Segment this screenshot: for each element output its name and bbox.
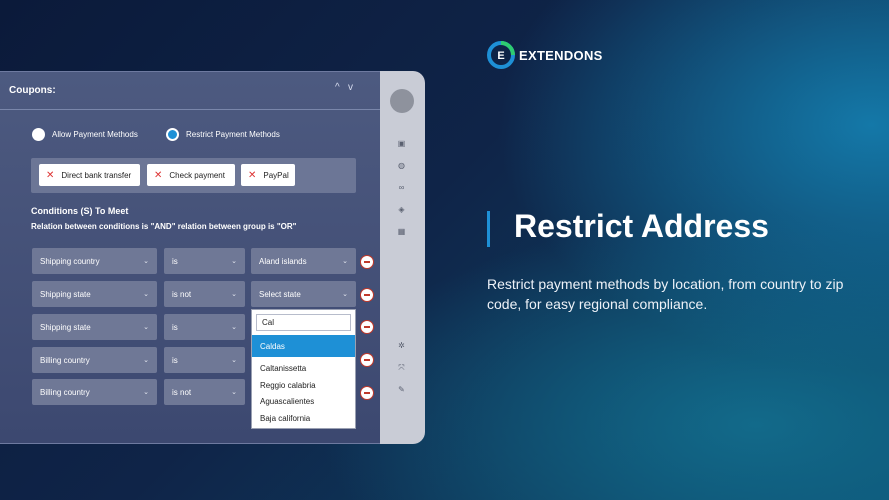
select-value: is xyxy=(172,322,178,332)
chevron-down-icon: ⌄ xyxy=(342,258,348,265)
method-chip: ✕ PayPal xyxy=(241,164,295,186)
condition-operator-select[interactable]: is ⌄ xyxy=(164,248,245,274)
condition-operator-select[interactable]: is ⌄ xyxy=(164,314,245,340)
promo-description: Restrict payment methods by location, fr… xyxy=(487,276,844,312)
conditions-title: Conditions (S) To Meet xyxy=(31,206,129,216)
heading-accent-bar xyxy=(487,211,490,247)
chevron-down-icon: ⌄ xyxy=(143,258,149,265)
tag-icon[interactable]: ◈ xyxy=(397,205,406,214)
payment-methods-select[interactable]: ✕ Direct bank transfer ✕ Check payment ✕… xyxy=(31,158,356,193)
condition-operator-select[interactable]: is ⌄ xyxy=(164,347,245,373)
chevron-down-icon: ⌄ xyxy=(231,389,237,396)
select-value: Billing country xyxy=(40,387,90,397)
remove-condition-button[interactable] xyxy=(360,353,374,367)
chevron-down-icon: ⌄ xyxy=(143,324,149,331)
select-value: Shipping state xyxy=(40,289,91,299)
conditions-relation: Relation between conditions is "AND" rel… xyxy=(31,222,297,231)
chevron-down-icon: ⌄ xyxy=(231,258,237,265)
extendons-logo-icon: E xyxy=(487,41,515,69)
chevron-down-icon: ⌄ xyxy=(342,291,348,298)
avatar[interactable] xyxy=(390,89,414,113)
allow-payment-label: Allow Payment Methods xyxy=(52,130,138,139)
panel-title: Coupons: xyxy=(9,85,56,96)
select-value: is xyxy=(172,355,178,365)
condition-operator-select[interactable]: is not ⌄ xyxy=(164,379,245,405)
chevron-down-icon: ⌄ xyxy=(231,291,237,298)
select-value: is not xyxy=(172,387,192,397)
method-chip: ✕ Check payment xyxy=(147,164,235,186)
admin-sidebar: ▣ ◍ ∞ ◈ ▦ ✲ ⤧ ✎ xyxy=(380,71,425,444)
remove-condition-button[interactable] xyxy=(360,386,374,400)
condition-operator-select[interactable]: is not ⌄ xyxy=(164,281,245,307)
chevron-down-icon: ⌄ xyxy=(143,291,149,298)
dropdown-option[interactable]: Caldas xyxy=(252,335,355,357)
chevron-up-icon[interactable]: ^ xyxy=(335,82,340,93)
globe-icon[interactable]: ◍ xyxy=(397,161,406,170)
dropdown-search-input[interactable]: Cal xyxy=(256,314,351,331)
select-value: Shipping country xyxy=(40,256,100,266)
select-value: is xyxy=(172,256,178,266)
select-value: Billing country xyxy=(40,355,90,365)
remove-chip-icon[interactable]: ✕ xyxy=(248,170,256,181)
remove-condition-button[interactable] xyxy=(360,320,374,334)
remove-condition-button[interactable] xyxy=(360,288,374,302)
archive-icon[interactable]: ▣ xyxy=(397,139,406,148)
svg-text:E: E xyxy=(497,50,504,62)
dropdown-option[interactable]: Baja california xyxy=(252,410,355,427)
chip-label: Direct bank transfer xyxy=(61,170,132,180)
panel-header: Coupons: ^ v xyxy=(0,72,380,110)
chevron-down-icon[interactable]: v xyxy=(348,82,353,93)
dropdown-option[interactable]: Reggio calabria xyxy=(252,377,355,394)
chevron-down-icon: ⌄ xyxy=(231,357,237,364)
remove-condition-button[interactable] xyxy=(360,255,374,269)
condition-value-select[interactable]: Aland islands ⌄ xyxy=(251,248,356,274)
wrench-icon[interactable]: ✎ xyxy=(397,385,406,394)
chevron-down-icon: ⌄ xyxy=(231,324,237,331)
brand-name: EXTENDONS xyxy=(519,48,603,63)
dropdown-option[interactable]: Caltanissetta xyxy=(252,360,355,377)
condition-value-select[interactable]: Select state ⌄ xyxy=(251,281,356,307)
link-icon[interactable]: ∞ xyxy=(397,183,406,192)
allow-payment-radio[interactable] xyxy=(32,128,45,141)
gear-icon[interactable]: ✲ xyxy=(397,341,406,350)
select-value: Aland islands xyxy=(259,256,307,266)
condition-field-select[interactable]: Shipping state ⌄ xyxy=(32,314,157,340)
condition-field-select[interactable]: Shipping state ⌄ xyxy=(32,281,157,307)
condition-field-select[interactable]: Shipping country ⌄ xyxy=(32,248,157,274)
select-value: Select state xyxy=(259,289,301,299)
restrict-payment-radio[interactable] xyxy=(166,128,179,141)
remove-chip-icon[interactable]: ✕ xyxy=(154,170,162,181)
remove-chip-icon[interactable]: ✕ xyxy=(46,170,54,181)
state-dropdown: Cal Caldas Caltanissetta Reggio calabria… xyxy=(251,309,356,429)
promo-heading: Restrict Address xyxy=(514,208,769,244)
chip-label: Check payment xyxy=(169,170,225,180)
dropdown-option[interactable]: Aguascalientes xyxy=(252,393,355,410)
condition-field-select[interactable]: Billing country ⌄ xyxy=(32,347,157,373)
expand-icon[interactable]: ⤧ xyxy=(397,363,406,372)
restrict-payment-label: Restrict Payment Methods xyxy=(186,130,280,139)
select-value: is not xyxy=(172,289,192,299)
condition-field-select[interactable]: Billing country ⌄ xyxy=(32,379,157,405)
grid-icon[interactable]: ▦ xyxy=(397,227,406,236)
chip-label: PayPal xyxy=(263,170,289,180)
chevron-down-icon: ⌄ xyxy=(143,357,149,364)
select-value: Shipping state xyxy=(40,322,91,332)
method-chip: ✕ Direct bank transfer xyxy=(39,164,140,186)
chevron-down-icon: ⌄ xyxy=(143,389,149,396)
